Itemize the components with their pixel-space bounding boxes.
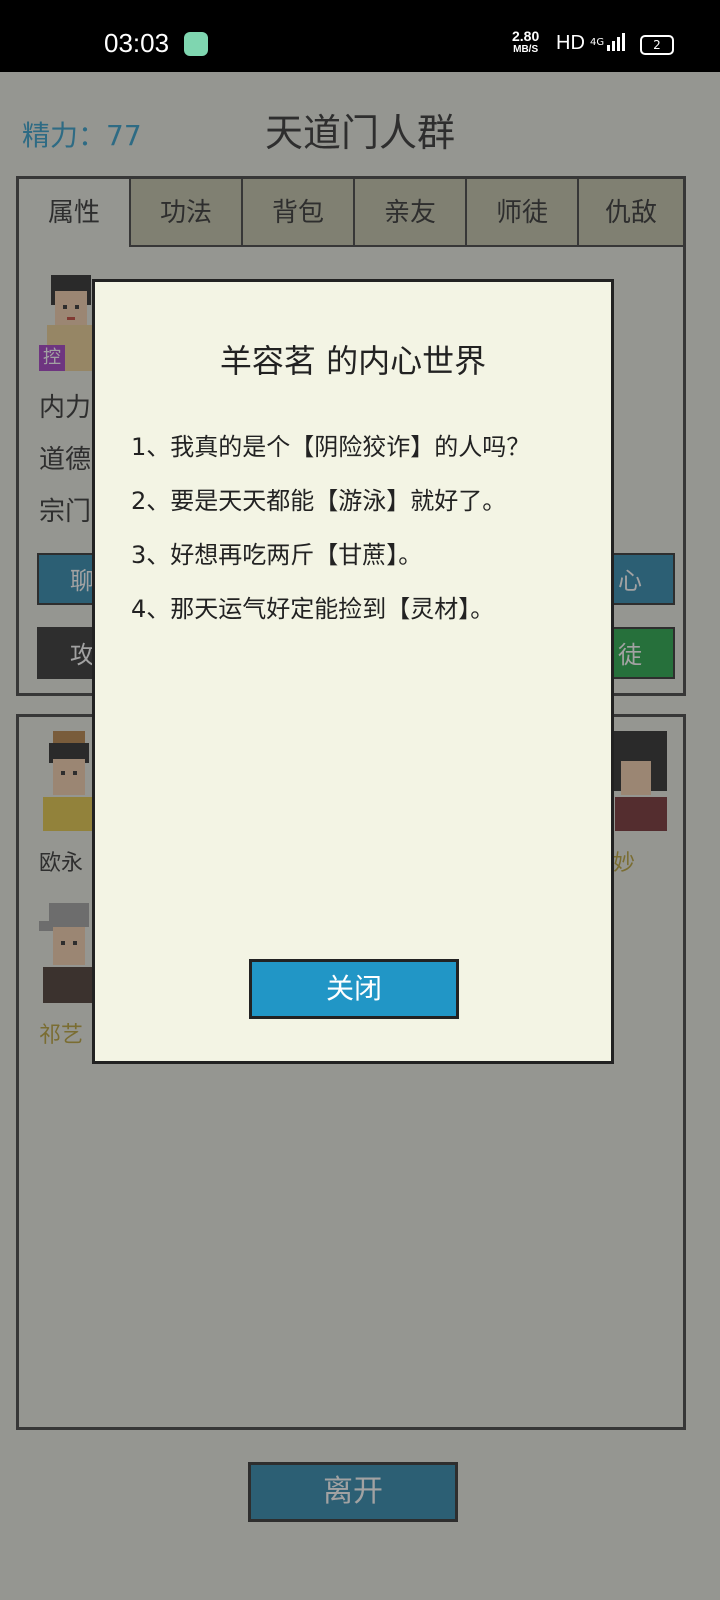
network-speed: 2.80 MB/S: [512, 28, 540, 56]
inner-world-dialog: 羊容茗 的内心世界 1、我真的是个【阴险狡诈】的人吗？ 2、要是天天都能【游泳】…: [92, 279, 614, 1064]
network-speed-unit: MB/S: [513, 44, 539, 55]
thought-list: 1、我真的是个【阴险狡诈】的人吗？ 2、要是天天都能【游泳】就好了。 3、好想再…: [131, 420, 611, 636]
signal-icon: 4G: [590, 33, 626, 51]
clock: 03:03: [104, 28, 170, 58]
dialog-title: 羊容茗 的内心世界: [219, 342, 487, 380]
close-button[interactable]: 关闭: [249, 959, 459, 1019]
thought-line: 2、要是天天都能【游泳】就好了。: [131, 487, 507, 515]
battery-icon: 2: [640, 35, 674, 55]
thought-line: 3、好想再吃两斤【甘蔗】。: [131, 541, 423, 569]
thought-line: 4、那天运气好定能捡到【灵材】。: [131, 595, 495, 623]
signal-bars-icon: [607, 33, 626, 51]
thought-line: 1、我真的是个【阴险狡诈】的人吗？: [131, 433, 531, 461]
status-bar: 03:03 2.80 MB/S HD 4G 2: [0, 0, 720, 72]
network-speed-value: 2.80: [512, 28, 540, 44]
network-type: 4G: [590, 37, 605, 48]
hd-indicator: HD: [556, 32, 585, 54]
app-notification-icon: [184, 32, 208, 56]
